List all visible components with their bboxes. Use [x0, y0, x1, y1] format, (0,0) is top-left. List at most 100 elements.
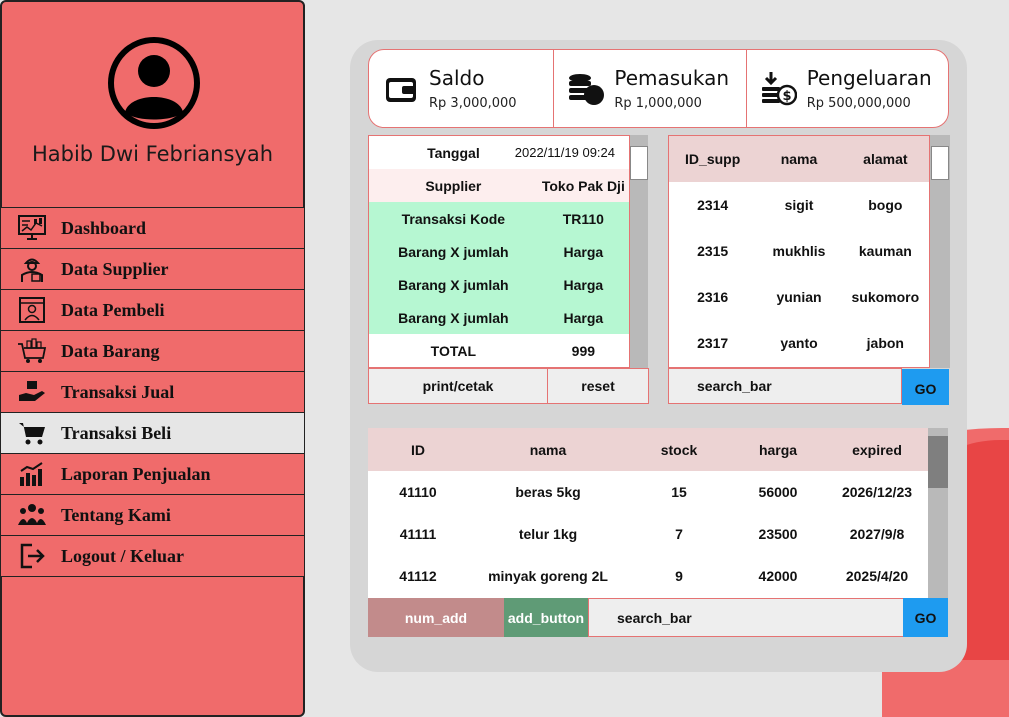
- table-cell: 2025/4/20: [845, 568, 909, 584]
- table-cell: 2022/11/19 09:24: [514, 145, 615, 160]
- stats-bar: Saldo Rp 3,000,000 Pemasukan Rp 1,000,00…: [368, 49, 949, 128]
- table-row[interactable]: 41111 telur 1kg 7 23500 2027/9/8: [368, 513, 928, 555]
- user-avatar-icon: [108, 37, 200, 129]
- table-cell: 2316: [697, 289, 729, 305]
- table-cell: Supplier: [425, 177, 482, 194]
- product-search-input[interactable]: search_bar: [588, 598, 904, 637]
- sidebar-item-goods[interactable]: Data Barang: [0, 330, 305, 372]
- table-cell: Barang X jumlah: [398, 243, 509, 260]
- sidebar-item-report[interactable]: Laporan Penjualan: [0, 453, 305, 495]
- table-row: Barang X jumlah Harga: [369, 268, 629, 301]
- sidebar-item-label: Tentang Kami: [61, 504, 171, 525]
- column-header: ID_supp: [685, 151, 741, 167]
- supplier-go-button[interactable]: GO: [902, 369, 949, 405]
- table-row[interactable]: 41110 beras 5kg 15 56000 2026/12/23: [368, 471, 928, 513]
- table-cell: 2026/12/23: [841, 484, 913, 500]
- column-header: nama: [780, 151, 818, 167]
- table-row: Transaksi Kode TR110: [369, 202, 629, 235]
- table-cell: Barang X jumlah: [398, 276, 509, 293]
- column-header: expired: [852, 441, 902, 458]
- table-cell: 2027/9/8: [849, 526, 905, 542]
- column-header: alamat: [863, 151, 908, 167]
- table-cell: 41111: [399, 526, 437, 542]
- transaction-scrollbar-thumb[interactable]: [630, 146, 648, 180]
- table-cell: 2315: [697, 243, 729, 259]
- product-scrollbar-thumb[interactable]: [928, 436, 948, 488]
- sidebar-item-dashboard[interactable]: Dashboard: [0, 207, 305, 249]
- table-cell: minyak goreng 2L: [488, 568, 608, 584]
- column-header: stock: [660, 441, 698, 458]
- supplier-icon: [17, 254, 47, 284]
- product-table: ID nama stock harga expired 41110 beras …: [368, 428, 928, 598]
- reset-button[interactable]: reset: [547, 368, 649, 404]
- user-name: Habib Dwi Febriansyah: [31, 142, 274, 166]
- stat-title: Pemasukan: [614, 66, 730, 90]
- table-row[interactable]: 41112 minyak goreng 2L 9 42000 2025/4/20: [368, 555, 928, 597]
- sidebar-menu: Dashboard Data Supplier Data Pembeli Dat…: [0, 207, 305, 577]
- stat-value: Rp 500,000,000: [806, 96, 911, 111]
- sidebar-item-label: Dashboard: [61, 217, 147, 238]
- supplier-search-input[interactable]: search_bar: [668, 368, 902, 404]
- table-cell: 42000: [758, 568, 798, 584]
- sidebar-item-label: Transaksi Jual: [61, 381, 175, 402]
- logout-icon: [17, 541, 47, 571]
- goods-icon: [17, 336, 47, 366]
- table-cell: Harga: [563, 243, 604, 260]
- table-row[interactable]: 2314 sigit bogo: [669, 182, 929, 228]
- table-row[interactable]: 2316 yunian sukomoro: [669, 274, 929, 320]
- table-cell: 41110: [399, 484, 437, 500]
- table-row: Supplier Toko Pak Dji: [369, 169, 629, 202]
- sidebar-item-logout[interactable]: Logout / Keluar: [0, 535, 305, 577]
- table-cell: 9: [675, 568, 683, 584]
- supplier-table: ID_supp nama alamat 2314 sigit bogo 2315…: [668, 135, 930, 368]
- table-row[interactable]: 2317 yanto jabon: [669, 320, 929, 366]
- svg-text:$: $: [782, 89, 791, 104]
- table-cell: telur 1kg: [518, 526, 578, 542]
- sidebar-item-label: Data Pembeli: [61, 299, 165, 320]
- table-cell: 2317: [697, 335, 729, 351]
- sidebar-item-buyer[interactable]: Data Pembeli: [0, 289, 305, 331]
- column-header: ID: [411, 441, 425, 458]
- column-header: harga: [758, 441, 798, 458]
- stat-value: Rp 3,000,000: [429, 96, 517, 111]
- table-row: Tanggal 2022/11/19 09:24: [369, 136, 629, 169]
- buyer-icon: [17, 295, 47, 325]
- product-go-button[interactable]: GO: [903, 598, 948, 637]
- table-cell: sukomoro: [851, 289, 920, 305]
- table-cell: Transaksi Kode: [401, 210, 506, 227]
- table-cell: 41112: [399, 568, 437, 584]
- table-cell: 56000: [758, 484, 798, 500]
- table-cell: 15: [671, 484, 687, 500]
- transaction-table: Tanggal 2022/11/19 09:24 Supplier Toko P…: [368, 135, 630, 368]
- add-button[interactable]: add_button: [504, 598, 588, 637]
- table-cell: Toko Pak Dji: [541, 177, 625, 194]
- sidebar-item-label: Data Supplier: [61, 258, 169, 279]
- sidebar-item-buy[interactable]: Transaksi Beli: [0, 412, 305, 454]
- num-add-input[interactable]: num_add: [368, 598, 504, 637]
- stat-pemasukan: Pemasukan Rp 1,000,000: [554, 50, 747, 127]
- table-cell: 2314: [697, 197, 729, 213]
- sidebar-item-sell[interactable]: Transaksi Jual: [0, 371, 305, 413]
- print-button[interactable]: print/cetak: [368, 368, 548, 404]
- sidebar-item-about[interactable]: Tentang Kami: [0, 494, 305, 536]
- table-cell: 999: [571, 342, 596, 359]
- team-icon: [17, 500, 47, 530]
- table-cell: 7: [675, 526, 683, 542]
- stat-title: Saldo: [429, 66, 485, 90]
- sidebar-item-label: Data Barang: [61, 340, 160, 361]
- supplier-scrollbar-thumb[interactable]: [931, 146, 949, 180]
- table-header: ID_supp nama alamat: [669, 136, 929, 182]
- dashboard-icon: [17, 213, 47, 243]
- column-header: nama: [529, 441, 567, 458]
- table-cell: mukhlis: [772, 243, 826, 259]
- sidebar-item-label: Laporan Penjualan: [61, 463, 211, 484]
- sidebar: Habib Dwi Febriansyah Dashboard Data Sup…: [0, 0, 305, 717]
- wallet-icon: [381, 69, 421, 109]
- coins-icon: [566, 69, 606, 109]
- stat-pengeluaran: $ Pengeluaran Rp 500,000,000: [747, 50, 948, 127]
- sidebar-item-label: Transaksi Beli: [61, 422, 172, 443]
- table-row[interactable]: 2315 mukhlis kauman: [669, 228, 929, 274]
- table-cell: bogo: [868, 197, 903, 213]
- table-row-total: TOTAL 999: [369, 334, 629, 367]
- sidebar-item-supplier[interactable]: Data Supplier: [0, 248, 305, 290]
